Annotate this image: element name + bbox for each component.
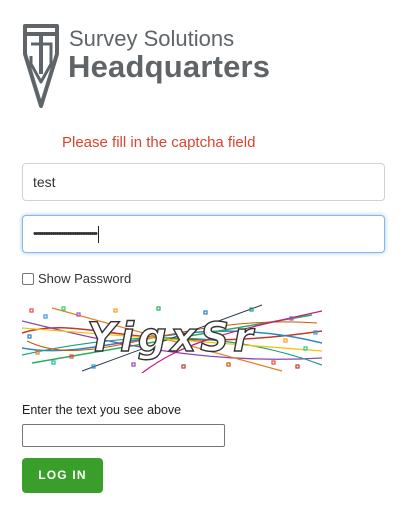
pen-logo-icon <box>23 24 59 108</box>
login-button[interactable]: LOG IN <box>22 458 103 493</box>
show-password-toggle[interactable]: Show Password <box>22 271 131 286</box>
text-caret <box>97 225 99 243</box>
captcha-image: YigxSr <box>22 303 322 373</box>
brand-title-line2: Headquarters <box>68 49 271 84</box>
captcha-text: YigxSr <box>87 315 257 361</box>
username-field[interactable]: test <box>22 163 385 201</box>
username-value: test <box>33 174 56 190</box>
captcha-input[interactable] <box>22 424 225 447</box>
password-value: •••••••••••••••••••••••••••••••••• <box>33 228 98 240</box>
show-password-label: Show Password <box>38 271 132 286</box>
error-message: Please fill in the captcha field <box>62 134 256 151</box>
brand-logo: Survey Solutions Headquarters <box>22 24 282 110</box>
show-password-checkbox[interactable] <box>22 272 34 285</box>
password-field[interactable]: •••••••••••••••••••••••••••••••••• <box>22 215 385 253</box>
captcha-prompt: Enter the text you see above <box>22 403 182 417</box>
